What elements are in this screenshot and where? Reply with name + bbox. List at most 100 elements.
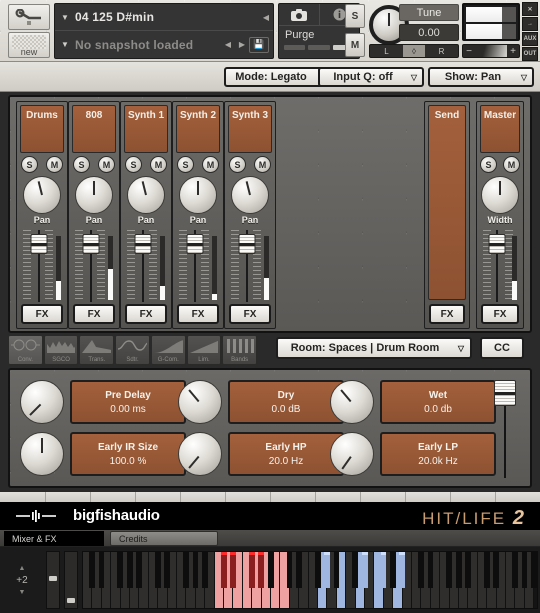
channel-fader-handle[interactable] <box>134 234 152 254</box>
piano-black-key[interactable] <box>446 552 453 588</box>
show-dropdown[interactable]: Show: Pan ▽ <box>428 67 534 87</box>
wrench-button[interactable] <box>8 4 50 30</box>
piano-black-key[interactable] <box>484 552 490 588</box>
transpose-down-icon[interactable]: ▼ <box>19 589 26 596</box>
master-mute-button[interactable]: M <box>503 156 520 173</box>
piano-black-key[interactable] <box>258 552 265 588</box>
parameter-knob[interactable] <box>20 380 64 424</box>
master-width-knob[interactable] <box>481 176 519 214</box>
parameter-field[interactable]: Pre Delay 0.00 ms <box>70 380 186 424</box>
piano-black-key[interactable] <box>418 552 425 588</box>
mod-wheel[interactable] <box>64 551 78 609</box>
channel-pan-knob[interactable] <box>23 176 61 214</box>
piano-black-key[interactable] <box>465 552 472 588</box>
piano-black-key[interactable] <box>89 552 96 588</box>
fx-tab-bands[interactable]: Bands <box>222 335 258 365</box>
piano-black-key[interactable] <box>455 552 462 588</box>
fx-tab-sgco[interactable]: SGCO <box>43 335 79 365</box>
channel-pan-knob[interactable] <box>127 176 165 214</box>
piano-black-key[interactable] <box>126 552 133 588</box>
channel-fx-button[interactable]: FX <box>21 304 63 324</box>
piano-black-key[interactable] <box>521 552 528 588</box>
piano-black-key[interactable] <box>512 552 519 588</box>
piano-black-key[interactable] <box>296 552 302 588</box>
cc-button[interactable]: CC <box>480 337 524 359</box>
piano-black-key[interactable] <box>531 552 537 588</box>
parameter-knob[interactable] <box>330 380 374 424</box>
piano-black-key[interactable] <box>380 552 387 588</box>
channel-pan-knob[interactable] <box>75 176 113 214</box>
output-slider-handle[interactable] <box>494 380 516 406</box>
fx-tab-trans[interactable]: Trans. <box>79 335 115 365</box>
piano-black-key[interactable] <box>352 552 359 588</box>
channel-fx-button[interactable]: FX <box>73 304 115 324</box>
pan-slider[interactable]: L ◊ R <box>369 44 459 58</box>
tune-value[interactable]: 0.00 <box>399 24 459 41</box>
snapshot-row[interactable]: ▼ No snapshot loaded ◀ ▶ 💾 <box>55 31 273 58</box>
out-button[interactable]: OUT <box>522 47 538 61</box>
channel-fader-handle[interactable] <box>186 234 204 254</box>
piano-black-key[interactable] <box>249 552 255 588</box>
piano-black-key[interactable] <box>361 552 368 588</box>
channel-solo-button[interactable]: S <box>125 156 142 173</box>
mod-wheel-handle[interactable] <box>67 598 75 603</box>
output-routing-icon[interactable]: → <box>522 17 538 31</box>
channel-fader-handle[interactable] <box>82 234 100 254</box>
transpose-control[interactable]: ▲ +2 ▼ <box>2 551 42 609</box>
channel-solo-button[interactable]: S <box>177 156 194 173</box>
piano-black-key[interactable] <box>493 552 500 588</box>
fx-tab-g-com[interactable]: G-Com. <box>150 335 186 365</box>
piano-black-key[interactable] <box>183 552 190 588</box>
piano-black-key[interactable] <box>333 552 340 588</box>
new-instrument-button[interactable]: new <box>8 32 50 58</box>
channel-pan-knob[interactable] <box>231 176 269 214</box>
piano-black-key[interactable] <box>220 552 227 588</box>
piano-black-key[interactable] <box>230 552 237 588</box>
parameter-knob[interactable] <box>330 432 374 476</box>
channel-mute-button[interactable]: M <box>254 156 271 173</box>
master-fx-button[interactable]: FX <box>481 304 519 324</box>
tab-mixer-and-fx[interactable]: Mixer & FX <box>4 531 104 546</box>
transpose-up-icon[interactable]: ▲ <box>19 565 26 572</box>
save-snapshot-icon[interactable]: 💾 <box>249 36 269 53</box>
close-icon[interactable]: ✕ <box>522 2 538 16</box>
pitch-wheel[interactable] <box>46 551 60 609</box>
channel-solo-button[interactable]: S <box>229 156 246 173</box>
send-fx-button[interactable]: FX <box>429 304 465 324</box>
channel-mute-button[interactable]: M <box>202 156 219 173</box>
parameter-knob[interactable] <box>178 380 222 424</box>
global-solo-button[interactable]: S <box>345 4 365 28</box>
piano-black-key[interactable] <box>192 552 199 588</box>
piano-black-key[interactable] <box>324 552 331 588</box>
snapshot-chevron-down-icon[interactable]: ▼ <box>55 40 75 49</box>
parameter-knob[interactable] <box>178 432 222 476</box>
master-solo-button[interactable]: S <box>480 156 497 173</box>
piano-black-key[interactable] <box>202 552 208 588</box>
channel-fader-handle[interactable] <box>238 234 256 254</box>
instrument-name-row[interactable]: ▼ 04 125 D#min ◀ <box>55 4 273 31</box>
prev-preset-icon[interactable]: ◀ <box>259 13 273 22</box>
chevron-down-icon[interactable]: ▼ <box>55 13 75 22</box>
parameter-field[interactable]: Early LP 20.0k Hz <box>380 432 496 476</box>
channel-mute-button[interactable]: M <box>150 156 167 173</box>
global-mute-button[interactable]: M <box>345 33 365 57</box>
pitch-wheel-handle[interactable] <box>49 576 57 581</box>
parameter-field[interactable]: Early HP 20.0 Hz <box>228 432 344 476</box>
fx-tab-lim[interactable]: Lim. <box>186 335 222 365</box>
tab-credits[interactable]: Credits <box>110 531 218 546</box>
channel-mute-button[interactable]: M <box>46 156 63 173</box>
channel-fx-button[interactable]: FX <box>177 304 219 324</box>
fx-tab-sdtr[interactable]: Sdtr. <box>115 335 150 365</box>
piano-black-key[interactable] <box>117 552 124 588</box>
output-level-slider[interactable] <box>492 378 518 482</box>
piano-black-key[interactable] <box>136 552 143 588</box>
piano-black-key[interactable] <box>390 552 396 588</box>
pan-center-handle[interactable]: ◊ <box>403 45 425 57</box>
piano-black-key[interactable] <box>286 552 293 588</box>
piano-black-key[interactable] <box>399 552 406 588</box>
master-fader-handle[interactable] <box>488 234 506 254</box>
channel-mute-button[interactable]: M <box>98 156 115 173</box>
room-dropdown[interactable]: Room: Spaces | Drum Room ▽ <box>276 337 472 359</box>
parameter-field[interactable]: Wet 0.0 db <box>380 380 496 424</box>
piano-black-key[interactable] <box>427 552 434 588</box>
